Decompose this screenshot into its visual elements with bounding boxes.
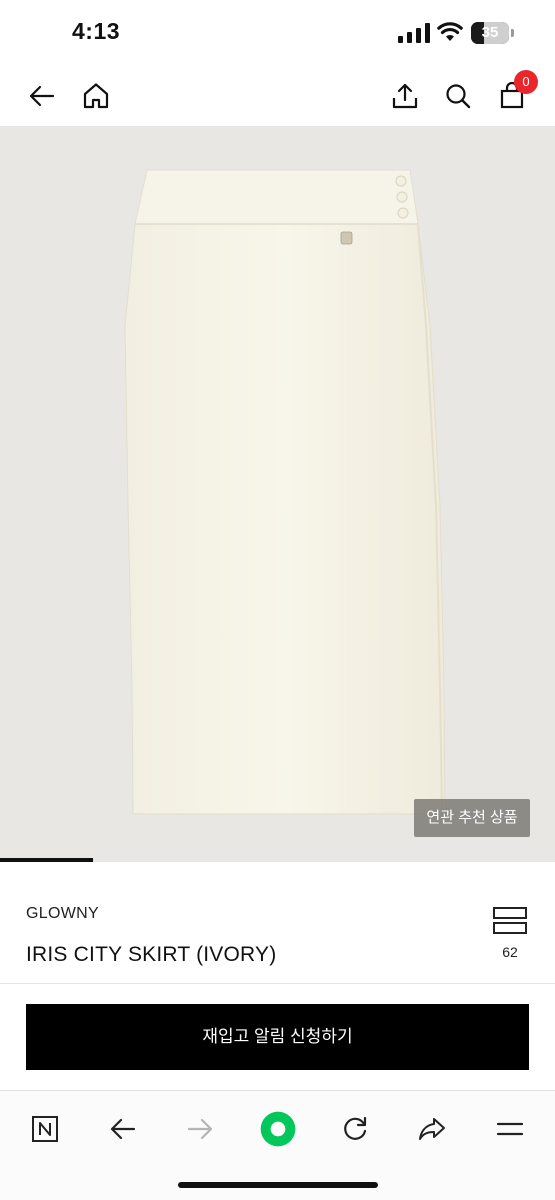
product-image-carousel[interactable]: 연관 추천 상품: [0, 126, 555, 862]
home-icon: [83, 83, 109, 109]
cart-count-badge: 0: [514, 70, 538, 94]
naver-n-icon: [32, 1116, 58, 1142]
brand-name[interactable]: GLOWNY: [26, 905, 99, 923]
related-products-button[interactable]: 연관 추천 상품: [414, 799, 530, 837]
search-button[interactable]: [438, 76, 478, 116]
browser-share-button[interactable]: [410, 1107, 454, 1151]
cart-button[interactable]: 0: [492, 70, 538, 116]
browser-menu-button[interactable]: [488, 1107, 532, 1151]
menu-icon: [496, 1122, 524, 1136]
green-dot-home-icon: [260, 1111, 296, 1147]
wifi-icon: [437, 22, 463, 41]
battery-icon: 35: [471, 22, 515, 44]
home-button[interactable]: [76, 76, 116, 116]
restock-alert-button[interactable]: 재입고 알림 신청하기: [26, 1004, 529, 1070]
share-icon: [392, 83, 418, 109]
status-bar: 4:13 35: [0, 0, 555, 66]
naver-home-button[interactable]: [23, 1107, 67, 1151]
naver-green-dot-button[interactable]: [256, 1107, 300, 1151]
forward-arrow-icon: [187, 1118, 213, 1140]
product-image: [124, 169, 446, 815]
signal-icon: [398, 23, 430, 43]
share-button[interactable]: [385, 76, 425, 116]
wishlist-count: 62: [502, 944, 518, 960]
product-title: IRIS CITY SKIRT (IVORY): [26, 943, 277, 966]
image-progress-bar: [0, 858, 555, 862]
refresh-button[interactable]: [333, 1107, 377, 1151]
product-page: 4:13 35 0 연관 추천 상품 GLOWNY IRIS CITY SKIR…: [0, 0, 555, 1200]
section-divider: [0, 983, 555, 984]
image-progress-fill: [0, 858, 93, 862]
search-icon: [446, 84, 471, 109]
back-arrow-icon: [110, 1118, 136, 1140]
browser-back-button[interactable]: [101, 1107, 145, 1151]
battery-level: 35: [481, 24, 499, 41]
wishlist-stack-icon: [493, 907, 527, 934]
back-arrow-icon: [29, 85, 55, 107]
back-button[interactable]: [22, 76, 62, 116]
share-arrow-icon: [419, 1118, 445, 1140]
home-indicator: [178, 1182, 378, 1188]
status-time: 4:13: [72, 18, 121, 44]
top-navigation: 0: [0, 66, 555, 126]
refresh-icon: [344, 1116, 367, 1140]
wishlist-button[interactable]: 62: [488, 904, 532, 964]
browser-forward-button[interactable]: [178, 1107, 222, 1151]
